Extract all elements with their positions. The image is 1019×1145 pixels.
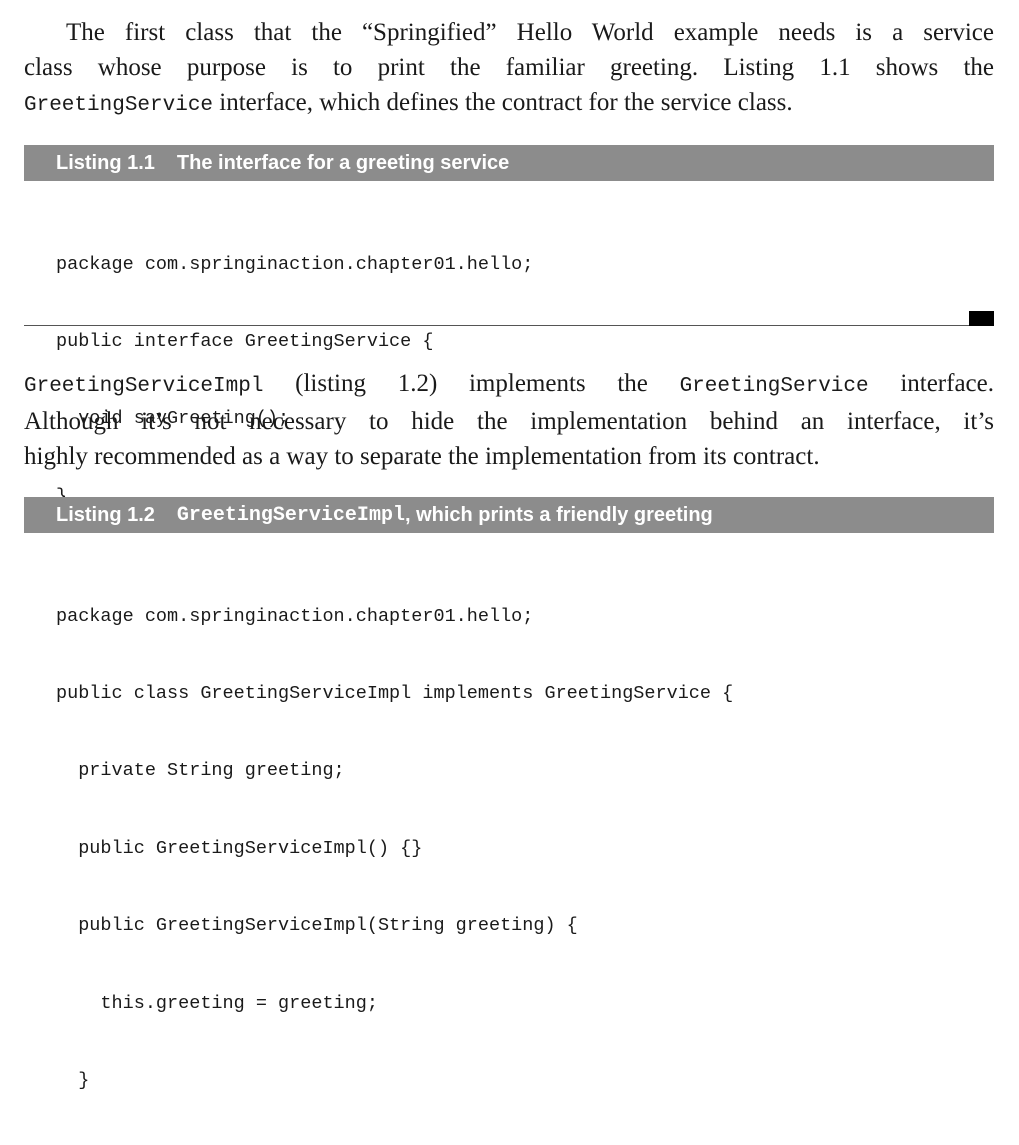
impl-paragraph: GreetingServiceImpl (listing 1.2) implem… xyxy=(24,366,994,474)
listing-1-2-code: package com.springinaction.chapter01.hel… xyxy=(24,552,994,1145)
code-line: private String greeting; xyxy=(56,760,345,782)
listing-1-2-number: Listing 1.2 xyxy=(56,503,155,526)
inline-code-greetingservice: GreetingService xyxy=(679,375,869,398)
horizontal-rule xyxy=(24,325,994,326)
code-line: public interface GreetingService { xyxy=(56,330,434,352)
intro-paragraph: The first class that the “Springified” H… xyxy=(24,15,994,123)
code-line: this.greeting = greeting; xyxy=(56,992,378,1014)
impl-line-1-text-a: (listing 1.2) implements the xyxy=(263,370,680,397)
impl-line-2: Although it’s not necessary to hide the … xyxy=(24,408,994,435)
inline-code-greetingservice: GreetingService xyxy=(24,94,214,117)
code-line: public GreetingServiceImpl() {} xyxy=(56,837,423,859)
intro-line-1-text: The first class that the “Springified” H… xyxy=(66,19,994,46)
listing-1-1-title: The interface for a greeting service xyxy=(176,151,510,174)
code-line: package com.springinaction.chapter01.hel… xyxy=(56,605,534,627)
listing-1-1-header: Listing 1.1 The interface for a greeting… xyxy=(24,145,994,181)
intro-line-1: The first class that the “Springified” H… xyxy=(24,15,994,50)
impl-line-1-text-b: interface. xyxy=(868,370,994,397)
intro-line-3: GreetingService interface, which defines… xyxy=(24,85,994,123)
listing-1-2-title-code: GreetingServiceImpl xyxy=(176,503,405,527)
listing-1-1-end-rule xyxy=(24,310,994,326)
impl-line-3: highly recommended as a way to separate … xyxy=(24,443,820,470)
inline-code-greetingserviceimpl: GreetingServiceImpl xyxy=(24,375,264,398)
intro-line-2: class whose purpose is to print the fami… xyxy=(24,54,994,81)
code-line: public class GreetingServiceImpl impleme… xyxy=(56,682,734,704)
listing-1-2-title-text: , which prints a friendly greeting xyxy=(404,503,713,526)
code-line: package com.springinaction.chapter01.hel… xyxy=(56,253,534,275)
impl-line-1: GreetingServiceImpl (listing 1.2) implem… xyxy=(24,366,994,404)
listing-1-2: Listing 1.2 GreetingServiceImpl, which p… xyxy=(24,497,994,1145)
listing-1-2-header: Listing 1.2 GreetingServiceImpl, which p… xyxy=(24,497,994,533)
listing-end-marker-icon xyxy=(969,311,994,326)
code-line: public GreetingServiceImpl(String greeti… xyxy=(56,915,578,937)
code-line: } xyxy=(56,1069,90,1091)
intro-line-3-text: interface, which defines the contract fo… xyxy=(213,89,793,116)
listing-1-1-number: Listing 1.1 xyxy=(56,151,155,174)
